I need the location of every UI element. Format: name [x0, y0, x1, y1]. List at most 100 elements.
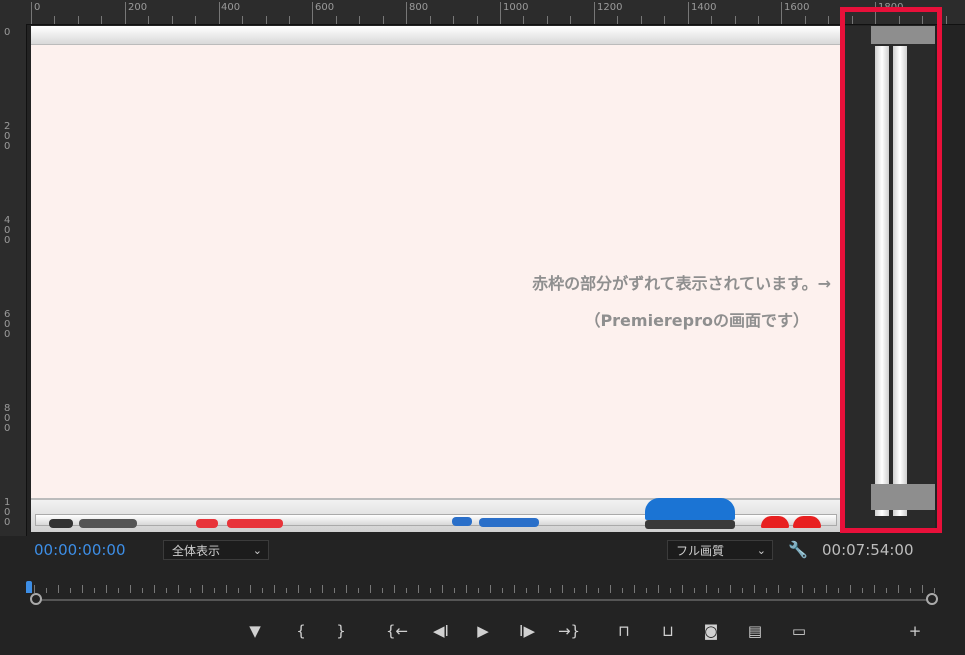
- time-ruler-tick: [310, 588, 311, 593]
- time-ruler-tick: [610, 585, 611, 593]
- ruler-tick: [77, 16, 79, 24]
- lift-button[interactable]: ⊓: [611, 620, 637, 642]
- go-to-out-button[interactable]: →}: [556, 620, 582, 642]
- program-monitor-canvas[interactable]: 赤枠の部分がずれて表示されています。→ （Premiereproの画面です）: [31, 26, 935, 532]
- time-ruler-tick: [118, 588, 119, 593]
- time-ruler-tick: [490, 585, 491, 593]
- ruler-label: 8 0 0: [4, 403, 11, 434]
- time-ruler-tick: [934, 588, 935, 593]
- time-ruler-tick: [586, 585, 587, 593]
- export-frame-button[interactable]: ◙: [698, 620, 724, 642]
- time-ruler-tick: [910, 588, 911, 593]
- safe-margins-button[interactable]: ▭: [786, 620, 812, 642]
- time-ruler-tick: [670, 588, 671, 593]
- time-ruler-tick: [682, 585, 683, 593]
- ruler-tick: [242, 16, 244, 24]
- playback-resolution-select[interactable]: フル画質 ⌄: [667, 540, 773, 560]
- time-ruler-tick: [106, 585, 107, 593]
- add-marker-button[interactable]: ▼: [242, 620, 268, 642]
- blue-marker: [452, 517, 472, 526]
- time-ruler[interactable]: [26, 581, 936, 595]
- zoom-handle-right[interactable]: [926, 593, 938, 605]
- time-ruler-tick: [190, 588, 191, 593]
- playback-resolution-value: フル画質: [676, 544, 725, 558]
- time-ruler-tick: [334, 588, 335, 593]
- annotation-text: 赤枠の部分がずれて表示されています。→: [532, 274, 831, 293]
- time-ruler-tick: [274, 585, 275, 593]
- ruler-label: 0: [4, 27, 11, 38]
- play-button[interactable]: ▶: [470, 620, 496, 642]
- ruler-tick: [312, 2, 314, 24]
- time-ruler-tick: [58, 585, 59, 593]
- ruler-tick: [54, 16, 56, 24]
- time-ruler-tick: [754, 585, 755, 593]
- playhead[interactable]: [26, 581, 32, 593]
- step-back-button[interactable]: ◀I: [428, 620, 454, 642]
- go-to-in-button[interactable]: {←: [384, 620, 410, 642]
- button-editor-button[interactable]: +: [902, 620, 928, 642]
- ruler-tick: [500, 2, 501, 24]
- ruler-tick: [781, 2, 783, 24]
- zoom-level-value: 全体表示: [172, 544, 221, 558]
- time-ruler-tick: [286, 588, 287, 593]
- mark-out-button[interactable]: }: [328, 620, 354, 642]
- zoom-level-select[interactable]: 全体表示 ⌄: [163, 540, 269, 560]
- time-ruler-tick: [802, 585, 803, 593]
- time-ruler-tick: [70, 588, 71, 593]
- ruler-label: 4 0 0: [4, 215, 11, 246]
- time-ruler-tick: [34, 585, 35, 593]
- ruler-tick: [734, 16, 736, 24]
- zoom-handle-left[interactable]: [30, 593, 42, 605]
- time-ruler-tick: [658, 585, 659, 593]
- ruler-label: 0: [34, 2, 41, 13]
- compare-view-button[interactable]: ▤: [742, 620, 768, 642]
- current-timecode[interactable]: 00:00:00:00: [34, 541, 126, 559]
- time-ruler-tick: [394, 585, 395, 593]
- time-ruler-tick: [166, 588, 167, 593]
- mark-in-button[interactable]: {: [288, 620, 314, 642]
- time-ruler-tick: [142, 588, 143, 593]
- ruler-tick: [757, 16, 759, 24]
- ruler-label: 400: [221, 2, 241, 13]
- time-ruler-tick: [202, 585, 203, 593]
- time-ruler-tick: [382, 588, 383, 593]
- ruler-tick: [945, 16, 947, 24]
- ruler-label: 2 0 0: [4, 121, 11, 152]
- ruler-label: 1000: [503, 2, 529, 13]
- time-ruler-tick: [418, 585, 419, 593]
- time-ruler-tick: [922, 585, 923, 593]
- ruler-label: 1 0 0: [4, 497, 11, 528]
- ruler-label: 600: [315, 2, 335, 13]
- ruler-tick: [523, 16, 525, 24]
- ruler-tick: [711, 16, 713, 24]
- ruler-label: 200: [128, 2, 148, 13]
- ruler-tick: [406, 2, 408, 24]
- ruler-tick: [218, 2, 220, 24]
- time-ruler-tick: [454, 588, 455, 593]
- time-ruler-tick: [718, 588, 719, 593]
- time-ruler-tick: [94, 588, 95, 593]
- ruler-label: 800: [409, 2, 429, 13]
- chevron-down-icon: ⌄: [252, 544, 262, 557]
- time-ruler-tick: [874, 585, 875, 593]
- time-ruler-tick: [346, 585, 347, 593]
- extract-button[interactable]: ⊔: [655, 620, 681, 642]
- ruler-tick: [476, 16, 478, 24]
- time-ruler-tick: [814, 588, 815, 593]
- zoom-scroll-bar[interactable]: [34, 599, 931, 601]
- program-monitor-controls: 00:00:00:00 全体表示 ⌄ フル画質 ⌄ 🔧 00:07:54:00 …: [0, 536, 965, 655]
- black-marker: [49, 519, 73, 528]
- time-ruler-tick: [358, 588, 359, 593]
- annotation-text: （Premiereproの画面です）: [584, 311, 809, 330]
- step-forward-button[interactable]: I▶: [514, 620, 540, 642]
- time-ruler-tick: [406, 588, 407, 593]
- red-magnet: [793, 516, 821, 528]
- red-marker: [196, 519, 218, 528]
- time-ruler-tick: [322, 585, 323, 593]
- ruler-tick: [382, 16, 384, 24]
- time-ruler-tick: [838, 588, 839, 593]
- time-ruler-tick: [898, 585, 899, 593]
- ruler-tick: [335, 16, 337, 24]
- time-ruler-tick: [526, 588, 527, 593]
- wrench-icon[interactable]: 🔧: [788, 540, 808, 560]
